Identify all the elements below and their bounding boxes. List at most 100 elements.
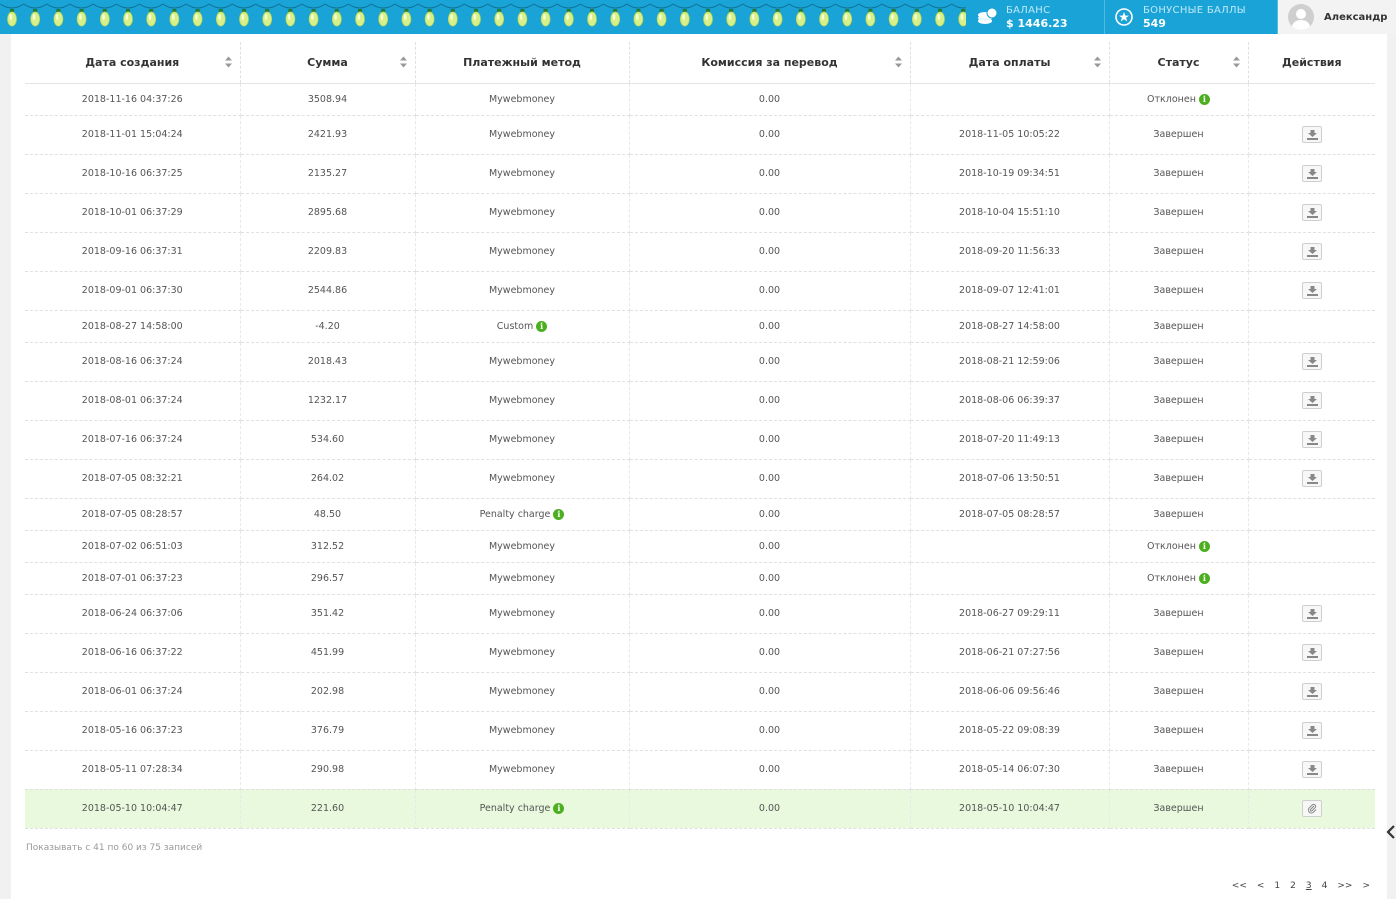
cell-status: Завершен [1109,310,1249,343]
download-button[interactable] [1301,470,1322,487]
status-text: Завершен [1153,473,1204,484]
column-header-paid[interactable]: Дата оплаты [910,42,1110,84]
download-button[interactable] [1301,644,1322,661]
cell-status: Завершен [1109,115,1249,155]
cell-actions [1248,459,1375,499]
info-icon[interactable]: i [553,508,565,520]
cell-fee: 0.00 [629,562,911,595]
cell-status: Завершен [1109,381,1249,421]
download-button[interactable] [1301,165,1322,182]
coins-icon [978,7,998,24]
pager-item[interactable]: 1 [1269,879,1285,893]
sort-icon [224,56,232,68]
download-button[interactable] [1301,353,1322,370]
cell-paid: 2018-07-06 13:50:51 [910,459,1110,499]
cell-fee: 0.00 [629,789,911,829]
table-row: 2018-09-16 06:37:31 2209.83 Mywebmoney 0.00… [25,232,1375,272]
cell-paid: 2018-06-21 07:27:56 [910,633,1110,673]
cell-status: Завершен [1109,633,1249,673]
download-button[interactable] [1301,683,1322,700]
cell-status: Завершен [1109,498,1249,531]
column-header-status[interactable]: Статус [1109,42,1249,84]
pager-item[interactable]: 3 [1301,879,1317,893]
download-button[interactable] [1301,243,1322,260]
table-row: 2018-10-16 06:37:25 2135.27 Mywebmoney 0.00… [25,154,1375,194]
info-icon[interactable]: i [553,803,565,814]
download-button[interactable] [1301,282,1322,299]
download-button[interactable] [1301,204,1322,221]
download-icon [1306,169,1318,179]
cell-fee: 0.00 [629,83,911,116]
info-icon[interactable]: i [1198,93,1210,105]
cell-fee: 0.00 [629,271,911,311]
download-button[interactable] [1301,722,1322,739]
status-text: Завершен [1153,207,1204,218]
cell-amount: 2544.86 [240,271,416,311]
column-header-method: Платежный метод [415,42,630,84]
pager-item[interactable]: < [1252,879,1270,893]
cell-status: Отклонен i [1109,562,1249,595]
cell-status: Завершен [1109,459,1249,499]
cell-amount: 2135.27 [240,154,416,194]
cell-paid: 2018-07-20 11:49:13 [910,420,1110,460]
pager-item[interactable]: 4 [1317,879,1333,893]
cell-method: Mywebmoney [415,154,630,194]
table-header-row: Дата создания Сумма Платежный метод Коми… [25,42,1375,84]
cell-amount: 264.02 [240,459,416,499]
info-icon[interactable]: i [536,320,548,332]
info-icon[interactable]: i [1198,572,1210,584]
table-row: 2018-07-05 08:32:21 264.02 Mywebmoney 0.00 2… [25,459,1375,499]
pager-item[interactable]: 2 [1285,879,1301,893]
download-button[interactable] [1301,126,1322,143]
cell-actions [1248,594,1375,634]
payments-table: Дата создания Сумма Платежный метод Коми… [25,42,1375,829]
download-button[interactable] [1301,431,1322,448]
bonus-label: БОНУСНЫЕ БАЛЛЫ [1143,5,1246,16]
chevron-left-icon[interactable] [1386,825,1396,839]
cell-method: Mywebmoney [415,420,630,460]
download-button[interactable] [1301,761,1322,778]
cell-created: 2018-05-11 07:28:34 [25,750,241,790]
cell-paid [910,562,1110,595]
balance-value: $ 1446.23 [1006,17,1068,30]
pager-item[interactable]: >> [1332,879,1357,893]
sort-icon [399,56,407,68]
table-row: 2018-08-27 14:58:00 -4.20 Custom i 0.00 2018-… [25,310,1375,343]
cell-fee: 0.00 [629,594,911,634]
download-icon [1306,396,1318,406]
download-icon [1306,474,1318,484]
user-menu[interactable]: Александр [1278,0,1396,34]
cell-method: Penalty charge i [415,789,630,829]
download-button[interactable] [1301,605,1322,622]
column-header-fee[interactable]: Комиссия за перевод [629,42,911,84]
download-icon [1306,609,1318,619]
cell-paid: 2018-08-21 12:59:06 [910,342,1110,382]
cell-paid: 2018-06-27 09:29:11 [910,594,1110,634]
status-text: Завершен [1153,395,1204,406]
balance-widget[interactable]: БАЛАНС $ 1446.23 [966,0,1105,34]
pager-item[interactable]: > [1357,879,1375,893]
cell-fee: 0.00 [629,750,911,790]
cell-created: 2018-09-16 06:37:31 [25,232,241,272]
status-text: Завершен [1153,246,1204,257]
bonus-widget[interactable]: БОНУСНЫЕ БАЛЛЫ 549 [1105,0,1278,34]
cell-method: Mywebmoney [415,271,630,311]
cell-created: 2018-05-10 10:04:47 [25,789,241,829]
attachment-button[interactable] [1301,800,1322,817]
garland-lights-icon [0,3,966,27]
cell-created: 2018-06-24 06:37:06 [25,594,241,634]
download-button[interactable] [1301,392,1322,409]
cell-created: 2018-07-16 06:37:24 [25,420,241,460]
cell-amount: 202.98 [240,672,416,712]
cell-paid: 2018-05-14 06:07:30 [910,750,1110,790]
column-header-created[interactable]: Дата создания [25,42,241,84]
cell-actions [1248,193,1375,233]
download-icon [1306,130,1318,140]
cell-created: 2018-09-01 06:37:30 [25,271,241,311]
column-header-amount[interactable]: Сумма [240,42,416,84]
info-icon[interactable]: i [1198,540,1210,552]
pager-item[interactable]: << [1227,879,1252,893]
cell-paid: 2018-08-06 06:39:37 [910,381,1110,421]
cell-status: Отклонен i [1109,530,1249,563]
status-text: Завершен [1153,434,1204,445]
